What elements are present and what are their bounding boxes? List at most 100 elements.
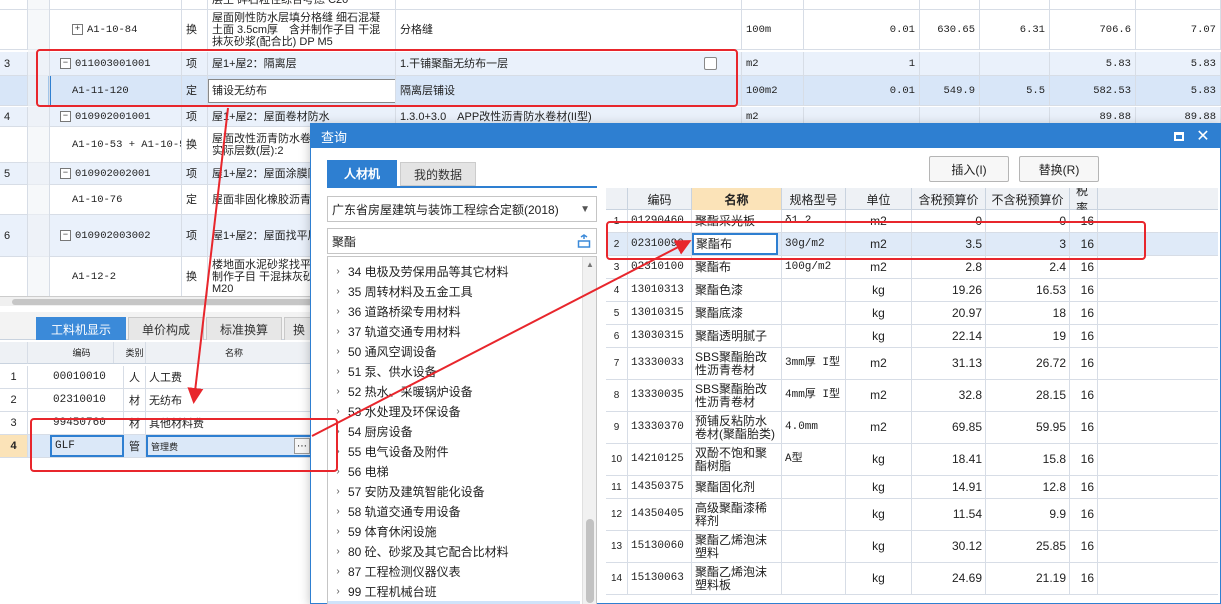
material-row[interactable]: GLF 管管理费 ⋯	[28, 435, 322, 458]
tab-standard-conversion[interactable]: 标准换算	[206, 317, 282, 340]
chevron-right-icon[interactable]: ›	[328, 466, 348, 477]
chevron-right-icon[interactable]: ›	[328, 526, 348, 537]
replace-button[interactable]: 替换(R)	[1019, 156, 1099, 182]
bill-row[interactable]: A1-11-120 定 铺设无纺布 隔离层铺设 100m2 0.01 549.9 5.5 582…	[0, 76, 1221, 106]
material-row[interactable]: 00010010 人人工费	[28, 366, 322, 389]
collapse-icon[interactable]: −	[60, 168, 71, 179]
close-button[interactable]: ✕	[1192, 124, 1214, 148]
result-unit: m2	[846, 412, 912, 443]
tree-item-label: 59 体育休闲设施	[348, 524, 437, 539]
chevron-right-icon[interactable]: ›	[328, 566, 348, 577]
tree-item[interactable]: › 37 轨道交通专用材料	[328, 321, 580, 341]
chevron-right-icon[interactable]: ›	[328, 366, 348, 377]
tree-item[interactable]: › 59 体育休闲设施	[328, 521, 580, 541]
result-row[interactable]: 7 13330033 SBS聚酯胎改性沥青卷材 3mm厚 I型 m2 31.13 26.72…	[606, 348, 1218, 380]
result-rate: 16	[1070, 233, 1098, 255]
row-number-column: 1234	[0, 342, 28, 462]
chevron-right-icon[interactable]: ›	[328, 426, 348, 437]
bill-row[interactable]: + A1-10-84 换 屋面刚性防水层填分格缝 细石混凝土面 3.5cm厚 含并制作…	[0, 10, 1221, 50]
result-name: 聚酯固化剂	[692, 476, 782, 498]
result-row[interactable]: 13 15130060 聚酯乙烯泡沫塑料 kg 30.12 25.85 16	[606, 531, 1218, 563]
chevron-right-icon[interactable]: ›	[328, 326, 348, 337]
tree-item[interactable]: › 50 通风空调设备	[328, 341, 580, 361]
result-code: 15130060	[628, 531, 692, 562]
result-row[interactable]: 8 13330035 SBS聚酯胎改性沥青卷材 4mm厚 I型 m2 32.8 28.15 1…	[606, 380, 1218, 412]
result-row[interactable]: 11 14350375 聚酯固化剂 kg 14.91 12.8 16	[606, 476, 1218, 499]
tree-item[interactable]: › 56 电梯	[328, 461, 580, 481]
chevron-right-icon[interactable]: ›	[328, 406, 348, 417]
maximize-button[interactable]	[1168, 124, 1190, 148]
chevron-right-icon[interactable]: ›	[328, 546, 348, 557]
result-unit: m2	[846, 233, 912, 255]
tree-item[interactable]: › 53 水处理及环保设备	[328, 401, 580, 421]
collapse-icon[interactable]: −	[60, 58, 71, 69]
tab-labor-material-display[interactable]: 工料机显示	[36, 317, 126, 340]
tree-item[interactable]: › 35 周转材料及五金工具	[328, 281, 580, 301]
row-number: 4	[0, 435, 28, 458]
bill-type-text: 定	[186, 193, 197, 206]
result-row[interactable]: 14 15130063 聚酯乙烯泡沫塑料板 kg 24.69 21.19 16	[606, 563, 1218, 595]
result-row[interactable]: 12 14350405 高级聚酯漆稀释剂 kg 11.54 9.9 16	[606, 499, 1218, 531]
tab-my-data[interactable]: 我的数据	[400, 162, 476, 186]
bill-row[interactable]: 层土 碎石粒径综合考虑 C20	[0, 0, 1221, 10]
tree-item[interactable]: › 34 电极及劳保用品等其它材料	[328, 261, 580, 281]
row-checkbox[interactable]	[703, 57, 717, 70]
result-row[interactable]: 1 01290460 聚酯采光板 δ1.2 m2 0 0 16	[606, 210, 1218, 233]
header-category: 类别	[124, 342, 146, 363]
result-name: 高级聚酯漆稀释剂	[692, 499, 782, 530]
bill-price-text: 630.65	[937, 23, 975, 36]
chevron-right-icon[interactable]: ›	[328, 346, 348, 357]
chevron-right-icon[interactable]: ›	[328, 266, 348, 277]
chevron-right-icon[interactable]: ›	[328, 486, 348, 497]
result-notax: 9.9	[986, 499, 1070, 530]
tab-unit-price[interactable]: 单价构成	[128, 317, 204, 340]
material-code: 99450760	[50, 412, 124, 434]
tab-labor-material-machine[interactable]: 人材机	[327, 160, 397, 186]
collapse-icon[interactable]: −	[60, 111, 71, 122]
collapse-icon[interactable]: −	[60, 230, 71, 241]
tree-item[interactable]: › 99 工程机械台班	[328, 581, 580, 601]
chevron-right-icon[interactable]: ›	[328, 386, 348, 397]
bill-cell-unit: 100m2	[742, 76, 804, 105]
result-notax: 59.95	[986, 412, 1070, 443]
result-rate: 16	[1070, 348, 1098, 379]
insert-button[interactable]: 插入(I)	[929, 156, 1009, 182]
chevron-right-icon[interactable]: ›	[328, 306, 348, 317]
result-unit: kg	[846, 563, 912, 594]
chevron-right-icon[interactable]: ›	[328, 286, 348, 297]
material-row[interactable]: 02310010 材无纺布	[28, 389, 322, 412]
result-row[interactable]: 6 13030315 聚酯透明腻子 kg 22.14 19 16	[606, 325, 1218, 348]
tree-item-label: 51 泵、供水设备	[348, 364, 437, 379]
tree-item[interactable]: › 80 砼、砂浆及其它配合比材料	[328, 541, 580, 561]
chevron-right-icon[interactable]: ›	[328, 446, 348, 457]
tree-item[interactable]: › 52 热水、采暖锅炉设备	[328, 381, 580, 401]
tree-item[interactable]: › 87 工程检测仪器仪表	[328, 561, 580, 581]
result-row[interactable]: 2 02310090 聚酯布 30g/m2 m2 3.5 3 16	[606, 233, 1218, 256]
tree-scrollbar[interactable]: ▲	[582, 257, 596, 604]
quota-library-select[interactable]: 广东省房屋建筑与装饰工程综合定额(2018) ▼	[327, 196, 597, 222]
tree-item[interactable]: › 55 电气设备及附件	[328, 441, 580, 461]
result-rate: 16	[1070, 499, 1098, 530]
bill-row[interactable]: 3 −011003001001 项 屋1+屋2：隔离层 1.干铺聚酯无纺布一层 m2 1 5.…	[0, 52, 1221, 76]
tree-item[interactable]: › 57 安防及建筑智能化设备	[328, 481, 580, 501]
tree-item[interactable]: › 58 轨道交通专用设备	[328, 501, 580, 521]
tree-item[interactable]: › 54 厨房设备	[328, 421, 580, 441]
filter-icon[interactable]	[577, 234, 591, 248]
tree-item[interactable]: › 51 泵、供水设备	[328, 361, 580, 381]
search-input[interactable]: 聚酯	[327, 228, 597, 254]
result-row[interactable]: 4 13010313 聚酯色漆 kg 19.26 16.53 16	[606, 279, 1218, 302]
result-notax: 2.4	[986, 256, 1070, 278]
tree-item[interactable]: › 36 道路桥梁专用材料	[328, 301, 580, 321]
ellipsis-icon[interactable]: ⋯	[294, 438, 310, 454]
result-row[interactable]: 10 14210125 双酚不饱和聚酯树脂 A型 kg 18.41 15.8 16	[606, 444, 1218, 476]
chevron-right-icon[interactable]: ›	[328, 586, 348, 597]
bill-cell-sub	[980, 0, 1050, 9]
result-name-editor[interactable]: 聚酯布	[692, 233, 778, 255]
result-row[interactable]: 5 13010315 聚酯底漆 kg 20.97 18 16	[606, 302, 1218, 325]
result-row[interactable]: 3 02310100 聚酯布 100g/m2 m2 2.8 2.4 16	[606, 256, 1218, 279]
result-tax: 18.41	[912, 444, 986, 475]
result-row[interactable]: 9 13330370 预铺反粘防水卷材(聚酯胎类) 4.0mm m2 69.85 59.95…	[606, 412, 1218, 444]
chevron-right-icon[interactable]: ›	[328, 506, 348, 517]
material-row[interactable]: 99450760 材其他材料费	[28, 412, 322, 435]
bill-cell-price: 549.9	[920, 76, 980, 105]
